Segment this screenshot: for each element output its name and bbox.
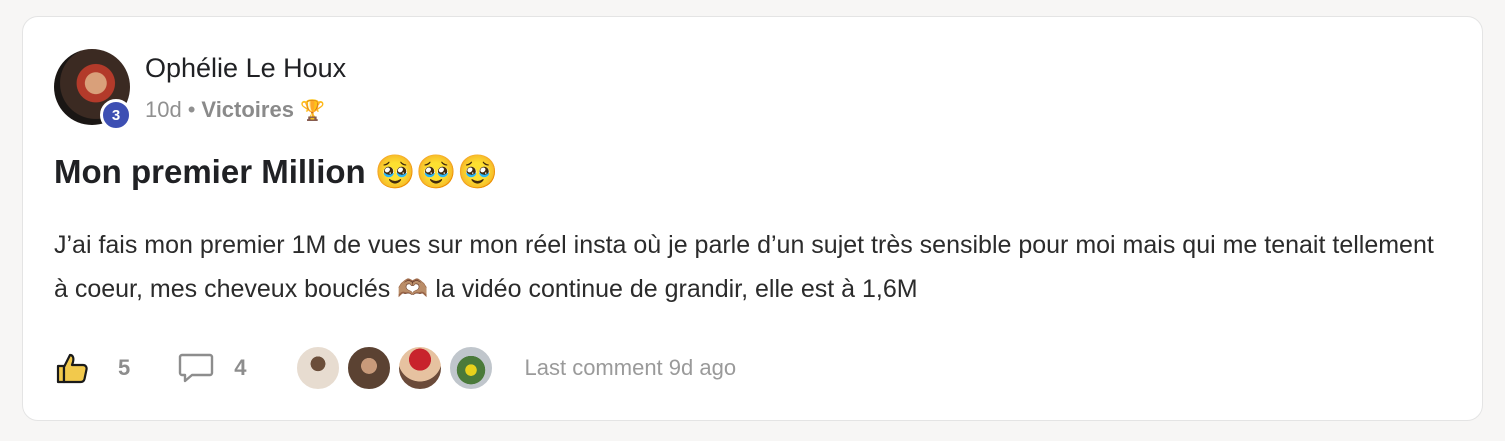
level-badge: 3	[100, 99, 132, 131]
post-time: 10d	[145, 97, 182, 122]
post-actions: 5 4 Last comment 9d ago	[54, 345, 737, 391]
category-link[interactable]: Victoires	[201, 97, 294, 123]
avatar[interactable]	[447, 345, 494, 391]
post-card[interactable]: 3 Ophélie Le Houx 10d • Victoires 🏆 Mon …	[22, 16, 1483, 421]
commenter-avatars[interactable]	[294, 345, 499, 391]
like-count: 5	[118, 355, 131, 380]
last-comment-time: Last comment 9d ago	[524, 355, 737, 380]
meta-separator: •	[187, 97, 196, 122]
post-meta: 10d • Victoires 🏆	[145, 97, 325, 123]
thumbs-up-icon[interactable]	[54, 350, 90, 386]
avatar[interactable]	[345, 345, 392, 391]
comment-bubble-icon[interactable]	[178, 352, 214, 384]
avatar[interactable]	[396, 345, 443, 391]
author-avatar-group[interactable]: 3	[54, 49, 132, 131]
author-name[interactable]: Ophélie Le Houx	[145, 53, 346, 84]
comment-count: 4	[234, 355, 247, 380]
post-title[interactable]: Mon premier Million 🥹🥹🥹	[54, 153, 498, 192]
avatar[interactable]	[294, 345, 341, 391]
trophy-icon: 🏆	[299, 99, 325, 122]
post-body: J’ai fais mon premier 1M de vues sur mon…	[54, 231, 1434, 303]
